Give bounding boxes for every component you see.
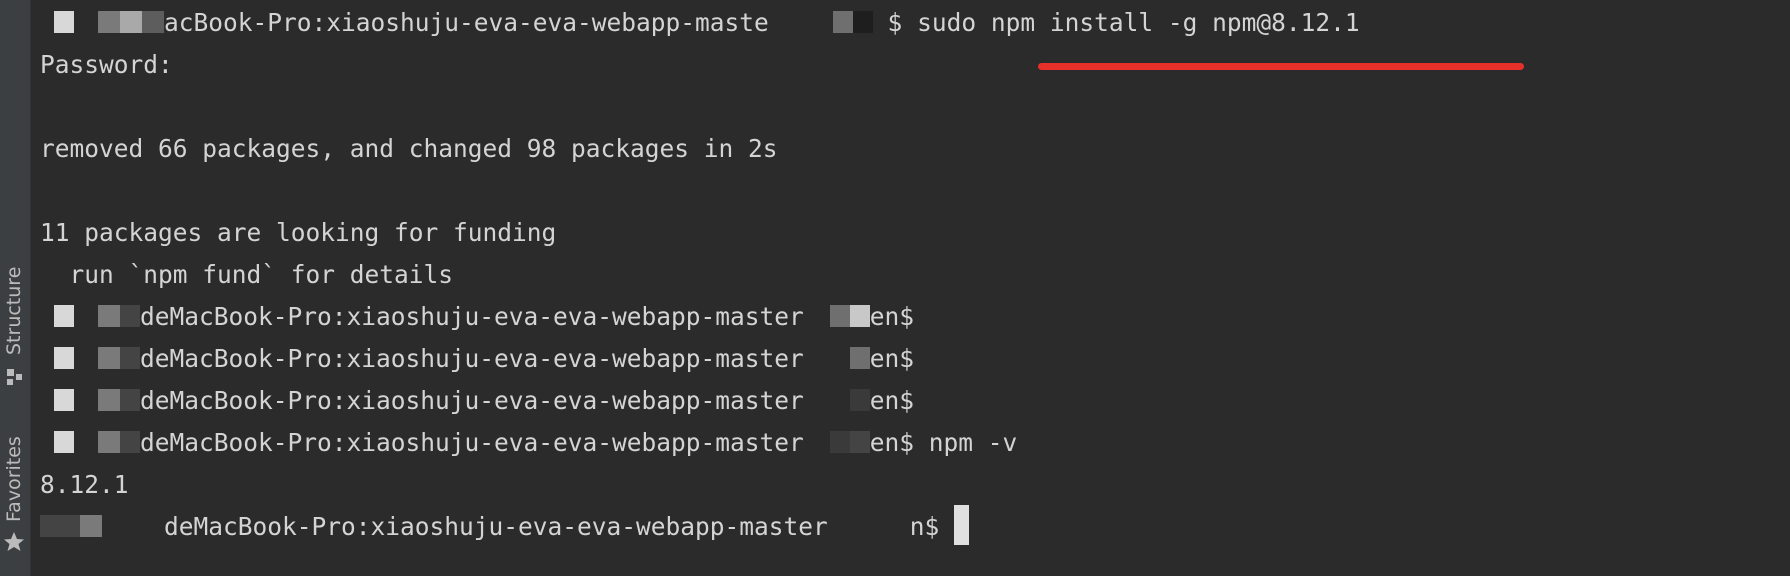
redacted-block [849,305,870,327]
terminal-line: deMacBook-Pro:xiaoshuju-eva-eva-webapp-m… [40,505,970,548]
prompt-host: deMacBook-Pro:xiaoshuju-eva-eva-webapp-m… [164,512,828,541]
command-text: npm -v [928,428,1018,457]
prompt-host: deMacBook-Pro:xiaoshuju-eva-eva-webapp-m… [140,386,804,415]
prompt-host: acBook-Pro:xiaoshuju-eva-eva-webapp-mast… [164,8,769,37]
terminal-line: 8.12.1 [40,470,129,499]
prompt-end: en$ [869,302,915,331]
prompt-end: en$ [869,344,915,373]
terminal-line: removed 66 packages, and changed 98 pack… [40,134,778,163]
prompt-host: deMacBook-Pro:xiaoshuju-eva-eva-webapp-m… [140,344,804,373]
redacted-block [98,11,120,33]
redacted-block [142,11,164,33]
redacted-block [80,515,102,537]
tool-window-strip: Structure Favorites [0,0,31,576]
redacted-block [54,347,74,369]
redacted-block [54,11,74,33]
terminal-line: deMacBook-Pro:xiaoshuju-eva-eva-webapp-m… [40,338,914,380]
prompt-end: en$ [869,386,915,415]
redacted-block [120,347,140,369]
prompt-symbol: $ [887,8,903,37]
star-icon [4,532,24,551]
redacted-block [120,389,140,411]
redacted-block [98,389,120,411]
red-underline-annotation [1038,63,1524,70]
redacted-block [120,305,140,327]
favorites-tab[interactable]: Favorites [0,420,30,570]
redacted-block [98,347,120,369]
redacted-block [829,305,850,327]
terminal-output[interactable]: acBook-Pro:xiaoshuju-eva-eva-webapp-mast… [40,2,1780,572]
redacted-block [54,305,74,327]
prompt-end: en$ [869,428,915,457]
redacted-block [849,347,870,369]
favorites-tab-label: Favorites [3,436,25,522]
redacted-block [829,431,850,453]
prompt-host: deMacBook-Pro:xiaoshuju-eva-eva-webapp-m… [140,302,804,331]
redacted-block [849,431,870,453]
redacted-block [120,431,140,453]
redacted-block [40,515,80,537]
terminal-line: deMacBook-Pro:xiaoshuju-eva-eva-webapp-m… [40,422,1017,464]
redacted-block [852,11,873,33]
command-text: sudo npm install -g npm@8.12.1 [917,8,1360,37]
redacted-block [120,11,142,33]
ide-terminal-window: Structure Favorites acBook-Pro:xiaoshuju… [0,0,1790,576]
prompt-end: n$ [909,512,940,541]
structure-icon [7,369,22,385]
redacted-block [98,305,120,327]
terminal-line: acBook-Pro:xiaoshuju-eva-eva-webapp-mast… [40,2,1360,44]
redacted-block [54,389,74,411]
terminal-cursor [954,505,970,545]
structure-tab-label: Structure [3,266,25,355]
redacted-block [54,431,74,453]
terminal-line: 11 packages are looking for funding [40,218,557,247]
structure-tab[interactable]: Structure [0,250,30,390]
terminal-line: deMacBook-Pro:xiaoshuju-eva-eva-webapp-m… [40,296,914,338]
redacted-block [98,431,120,453]
terminal-line: Password: [40,50,173,79]
prompt-host: deMacBook-Pro:xiaoshuju-eva-eva-webapp-m… [140,428,804,457]
terminal-line: run `npm fund` for details [40,260,454,289]
redacted-block [849,389,870,411]
terminal-line: deMacBook-Pro:xiaoshuju-eva-eva-webapp-m… [40,380,914,422]
redacted-block [832,11,853,33]
